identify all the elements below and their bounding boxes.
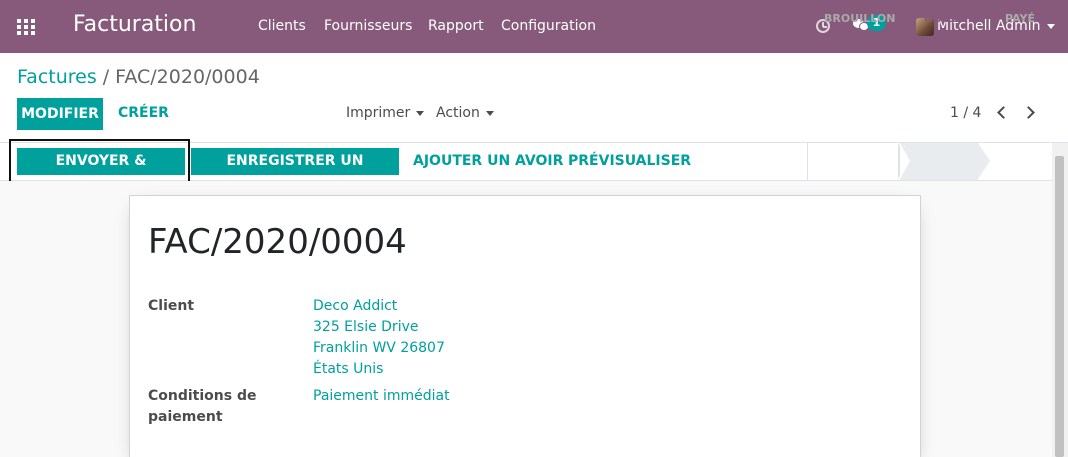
create-button[interactable]: CRÉER [118,105,169,121]
action-dropdown[interactable]: Action [436,105,494,121]
caret-down-icon [485,110,494,116]
payment-terms-label-line2: paiement [148,409,223,425]
breadcrumb-current: FAC/2020/0004 [115,66,260,88]
client-address-street[interactable]: 325 Elsie Drive [313,317,418,338]
add-credit-note-button[interactable]: AJOUTER UN AVOIR [413,153,563,169]
menu-configuration[interactable]: Configuration [501,18,596,34]
pager-value: 1 / 4 [950,105,982,121]
scrollbar-thumb[interactable] [1055,156,1064,457]
invoice-title: FAC/2020/0004 [148,222,407,262]
client-label: Client [148,298,195,314]
caret-down-icon [416,110,425,116]
preview-button[interactable]: PRÉVISUALISER [568,153,691,169]
apps-menu-icon[interactable] [17,19,35,35]
payment-terms-label: Conditions de paiement [148,386,256,428]
print-label: Imprimer [346,105,411,121]
register-payment-button[interactable]: ENREGISTRER UN PAIEMENT [191,148,399,196]
top-navbar: Facturation Clients Fournisseurs Rapport… [0,0,1068,53]
print-dropdown[interactable]: Imprimer [346,105,425,121]
app-title[interactable]: Facturation [73,12,196,37]
breadcrumb-factures[interactable]: Factures [17,66,97,88]
action-label: Action [436,105,480,121]
stage-notch [900,143,910,179]
menu-fournisseurs[interactable]: Fournisseurs [324,18,412,34]
payment-terms-value[interactable]: Paiement immédiat [313,386,450,407]
stage-active-background [900,143,978,180]
client-address-city[interactable]: Franklin WV 26807 [313,338,445,359]
edit-button[interactable]: MODIFIER [17,98,103,130]
client-name-link[interactable]: Deco Addict [313,296,397,317]
focus-highlight [9,139,190,183]
breadcrumb: Factures / FAC/2020/0004 [17,66,260,88]
stage-ouvert[interactable]: OUVERT [924,12,974,25]
breadcrumb-separator: / [102,66,110,88]
menu-clients[interactable]: Clients [258,18,306,34]
menu-rapport[interactable]: Rapport [428,18,484,34]
stage-brouillon[interactable]: BROUILLON [824,12,895,25]
client-address-country[interactable]: États Unis [313,359,383,380]
stage-active-arrow [978,143,990,179]
caret-down-icon [1046,23,1055,29]
chevron-left-icon[interactable] [997,106,1010,119]
payment-terms-label-line1: Conditions de [148,388,257,404]
stage-paye[interactable]: PAYÉ [1005,12,1035,25]
chevron-right-icon[interactable] [1022,106,1035,119]
